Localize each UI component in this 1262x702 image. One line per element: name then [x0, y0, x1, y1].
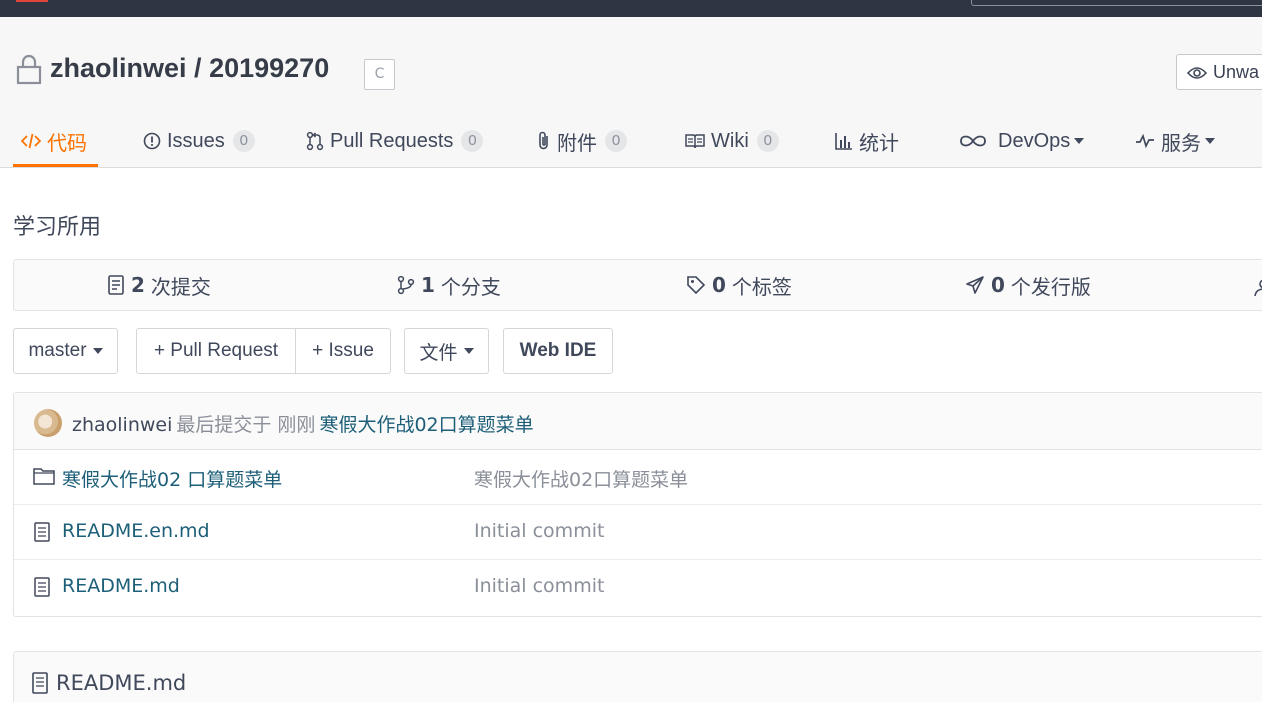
file-name-link[interactable]: README.md	[62, 575, 180, 597]
branch-icon	[397, 275, 415, 295]
file-menu-label: 文件	[419, 342, 458, 364]
folder-icon	[33, 467, 55, 489]
commit-message-link[interactable]: 寒假大作战02口算题菜单	[319, 414, 533, 436]
chevron-down-icon	[463, 348, 474, 354]
file-commit-message[interactable]: Initial commit	[474, 575, 604, 597]
tab-wiki[interactable]: Wiki 0	[685, 115, 779, 167]
attachments-count-badge: 0	[605, 130, 627, 152]
watch-button[interactable]: Unwa	[1176, 54, 1262, 90]
file-list: zhaolinwei 最后提交于 刚刚 寒假大作战02口算题菜单 寒假大作战02 口…	[13, 392, 1262, 617]
tab-label: Wiki	[711, 129, 749, 152]
wiki-count-badge: 0	[756, 130, 779, 152]
branches-count: 1	[421, 273, 435, 297]
chevron-down-icon	[92, 348, 103, 354]
tags-count: 0	[712, 273, 726, 297]
readme-panel: README.md	[13, 651, 1262, 702]
file-commit-message[interactable]: Initial commit	[474, 520, 604, 542]
commit-log-icon	[108, 275, 124, 295]
repo-name-link[interactable]: 20199270	[209, 53, 329, 83]
search-input[interactable]	[971, 0, 1262, 6]
book-icon	[685, 134, 705, 149]
last-commit-bar: zhaolinwei 最后提交于 刚刚 寒假大作战02口算题菜单	[14, 393, 1262, 450]
tab-services[interactable]: 服务	[1135, 115, 1215, 167]
watch-label: Unwa	[1213, 62, 1260, 82]
web-ide-button[interactable]: Web IDE	[503, 328, 613, 374]
pull-requests-count-badge: 0	[461, 130, 484, 152]
tab-statistics[interactable]: 统计	[835, 115, 899, 167]
tab-issues[interactable]: Issues 0	[143, 115, 255, 167]
new-pull-request-button[interactable]: + Pull Request	[136, 328, 296, 374]
file-row: 寒假大作战02 口算题菜单 寒假大作战02口算题菜单	[14, 450, 1262, 505]
bar-chart-icon	[835, 133, 852, 150]
file-row: README.md Initial commit	[14, 560, 1262, 615]
chevron-down-icon	[1074, 138, 1085, 144]
tab-attachments[interactable]: 附件 0	[537, 115, 627, 167]
tab-label: 统计	[859, 132, 899, 155]
file-name-link[interactable]: README.en.md	[62, 520, 210, 542]
lock-icon	[15, 53, 43, 89]
pull-request-icon	[306, 131, 324, 151]
paperclip-icon	[539, 131, 548, 150]
file-menu-button[interactable]: 文件	[404, 328, 489, 374]
branch-select[interactable]: master	[13, 328, 118, 374]
tab-label: 服务	[1161, 132, 1201, 155]
infinity-icon	[960, 135, 986, 147]
chevron-down-icon	[1205, 138, 1215, 144]
tab-label: 代码	[47, 132, 87, 155]
file-text-icon	[32, 672, 48, 694]
tags-label: 个标签	[731, 274, 792, 299]
releases-count: 0	[991, 273, 1005, 297]
file-name-link[interactable]: 寒假大作战02 口算题菜单	[62, 465, 282, 492]
branches-label: 个分支	[440, 274, 501, 299]
commits-label: 次提交	[150, 274, 211, 299]
issues-count-badge: 0	[232, 130, 255, 152]
file-row: README.en.md Initial commit	[14, 505, 1262, 560]
releases-label: 个发行版	[1010, 274, 1091, 299]
repo-title: zhaolinwei / 20199270	[50, 53, 329, 84]
tab-label: 附件	[557, 132, 597, 155]
tab-label: DevOps	[998, 129, 1071, 152]
code-icon	[21, 133, 41, 149]
branch-select-label: master	[28, 340, 87, 361]
last-commit-info: zhaolinwei 最后提交于 刚刚 寒假大作战02口算题菜单	[72, 410, 534, 437]
repo-owner-link[interactable]: zhaolinwei	[50, 53, 187, 83]
tab-pull-requests[interactable]: Pull Requests 0	[306, 115, 484, 167]
issue-icon	[143, 132, 161, 150]
new-issue-button[interactable]: + Issue	[296, 328, 391, 374]
file-text-icon	[33, 577, 51, 601]
tab-label: Pull Requests	[330, 129, 454, 152]
user-icon	[1252, 276, 1262, 300]
commits-stat[interactable]: 2 次提交	[107, 260, 211, 310]
branches-stat[interactable]: 1 个分支	[397, 260, 501, 310]
repo-language-badge: C	[364, 59, 395, 90]
send-icon	[966, 276, 984, 294]
file-commit-message[interactable]: 寒假大作战02口算题菜单	[474, 465, 688, 492]
pulse-icon	[1136, 133, 1154, 149]
releases-stat[interactable]: 0 个发行版	[965, 260, 1091, 310]
repo-stats-bar: 2 次提交 1 个分支 0 个标签 0 个发行版	[13, 259, 1262, 311]
commit-time: 最后提交于 刚刚	[176, 414, 316, 436]
avatar[interactable]	[34, 409, 62, 437]
tag-icon	[687, 276, 706, 295]
commits-count: 2	[131, 273, 145, 297]
tags-stat[interactable]: 0 个标签	[686, 260, 792, 310]
readme-title: README.md	[56, 671, 187, 695]
active-tab-indicator	[13, 164, 98, 167]
repo-separator: /	[194, 53, 202, 83]
repo-header: zhaolinwei / 20199270 C Unwa 代码 Issues 0…	[0, 17, 1262, 168]
repo-description: 学习所用	[13, 215, 102, 240]
top-navbar	[0, 0, 1262, 17]
repo-tabs: 代码 Issues 0 Pull Requests 0 附件 0 Wiki 0 …	[0, 115, 1262, 167]
tab-label: Issues	[167, 129, 225, 152]
file-text-icon	[33, 522, 51, 546]
commit-author-link[interactable]: zhaolinwei	[72, 414, 172, 436]
tab-code[interactable]: 代码	[21, 115, 87, 167]
eye-icon	[1187, 67, 1207, 79]
tab-devops[interactable]: DevOps	[959, 115, 1085, 167]
site-logo[interactable]	[16, 0, 48, 2]
